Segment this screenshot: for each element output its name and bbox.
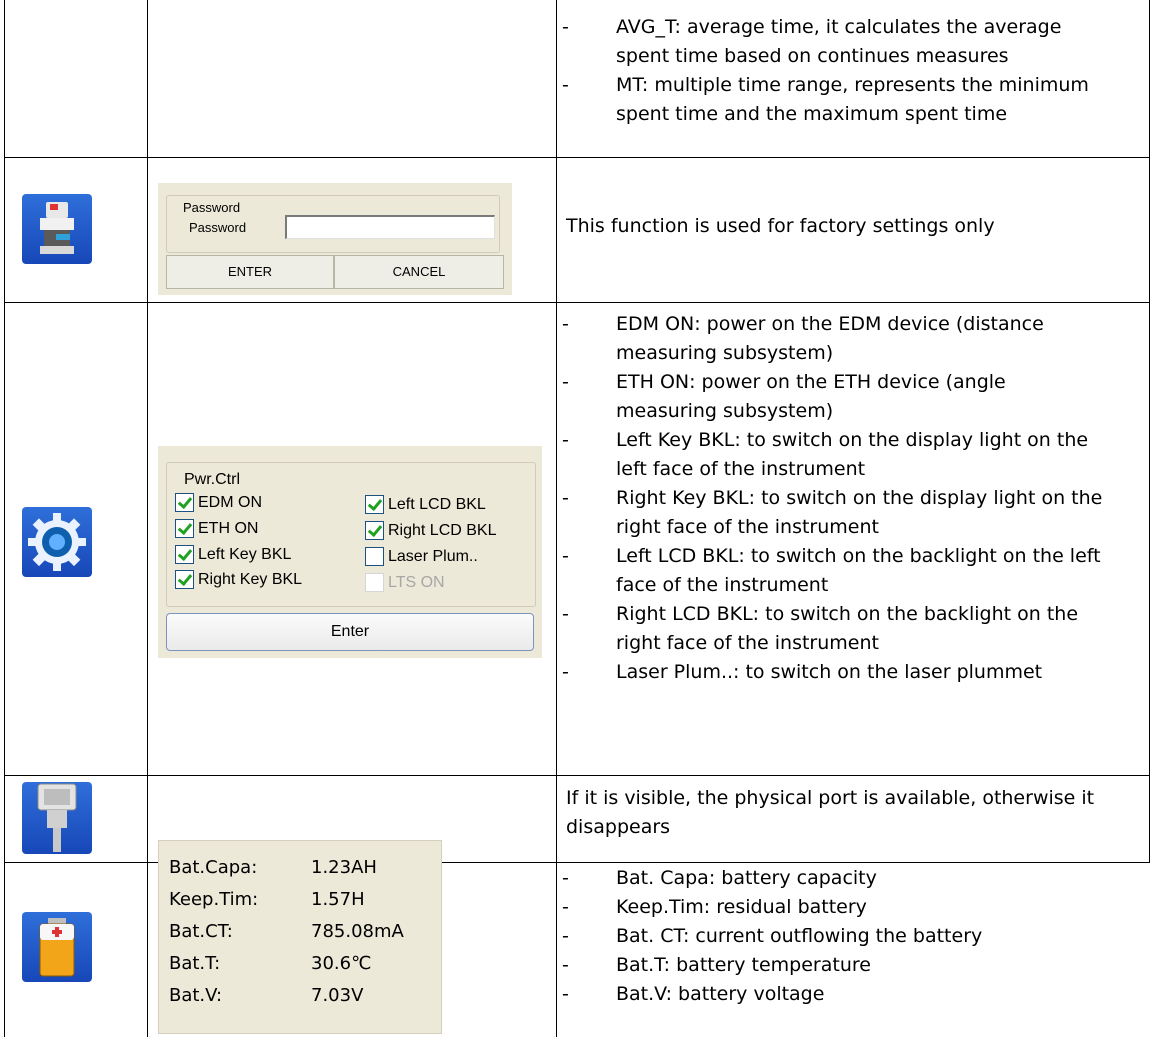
row-divider [4, 775, 1150, 776]
row-divider [4, 302, 1150, 303]
password-dialog: Password Password ENTER CANCEL [158, 183, 512, 295]
enter-button[interactable]: ENTER [166, 255, 334, 289]
right-lcd-bkl-checkbox[interactable]: Right LCD BKL [365, 521, 497, 540]
list-item: - AVG_T: average time, it calculates the … [562, 16, 1062, 38]
checkbox-icon [175, 545, 194, 564]
list-item: - Bat. Capa: battery capacity [562, 867, 877, 889]
battery-row: Bat.V: 7.03V [169, 985, 364, 1006]
password-group: Password Password [166, 195, 500, 253]
row2-description: This function is used for factory settin… [566, 215, 995, 237]
row3-description: - EDM ON: power on the EDM device (distan… [558, 310, 1150, 687]
right-key-bkl-checkbox[interactable]: Right Key BKL [175, 570, 302, 589]
checkbox-icon [365, 495, 384, 514]
password-field-label: Password [189, 220, 247, 235]
list-item: left face of the instrument [616, 458, 866, 480]
checkbox-icon [365, 573, 384, 592]
list-item: spent time and the maximum spent time [616, 103, 1008, 125]
battery-info-panel: Bat.Capa: 1.23AH Keep.Tim: 1.57H Bat.CT: 78… [158, 840, 442, 1034]
power-control-dialog: Pwr.Ctrl EDM ON ETH ON Left Key BKL Righ… [158, 446, 542, 658]
battery-row: Keep.Tim: 1.57H [169, 889, 365, 910]
power-control-title: Pwr.Ctrl [181, 471, 243, 489]
left-key-bkl-checkbox[interactable]: Left Key BKL [175, 545, 291, 564]
laser-plum-checkbox[interactable]: Laser Plum.. [365, 547, 478, 566]
edm-on-checkbox[interactable]: EDM ON [175, 493, 262, 512]
checkbox-icon [175, 519, 194, 538]
list-item: - EDM ON: power on the EDM device (distan… [562, 313, 1044, 335]
battery-icon [22, 912, 92, 982]
factory-instrument-icon [22, 194, 92, 264]
password-input[interactable] [285, 215, 495, 239]
list-item: face of the instrument [616, 574, 829, 596]
list-item: - Keep.Tim: residual battery [562, 896, 867, 918]
list-item: - MT: multiple time range, represents the… [562, 74, 1089, 96]
left-lcd-bkl-checkbox[interactable]: Left LCD BKL [365, 495, 486, 514]
battery-row: Bat.T: 30.6℃ [169, 953, 372, 974]
list-item: spent time based on continues measures [616, 45, 1009, 67]
gear-settings-icon [22, 507, 92, 577]
eth-on-checkbox[interactable]: ETH ON [175, 519, 258, 538]
list-item: - Right Key BKL: to switch on the display… [562, 487, 1103, 509]
lts-on-checkbox: LTS ON [365, 573, 445, 592]
checkbox-icon [175, 570, 194, 589]
serial-port-icon [22, 782, 92, 854]
battery-row: Bat.CT: 785.08mA [169, 921, 404, 942]
row5-description: - Bat. Capa: battery capacity - Keep.Tim: … [558, 864, 1150, 1009]
password-group-title: Password [181, 200, 243, 215]
table-border-col2 [556, 0, 557, 1037]
row4-description: If it is visible, the physical port is a… [566, 787, 1095, 838]
cancel-button[interactable]: CANCEL [334, 255, 504, 289]
checkbox-icon [175, 493, 194, 512]
list-item: - Bat.T: battery temperature [562, 954, 871, 976]
list-item: - Bat.V: battery voltage [562, 983, 825, 1005]
list-item: measuring subsystem) [616, 342, 834, 364]
list-item: - Left Key BKL: to switch on the display … [562, 429, 1089, 451]
table-border-left [4, 0, 5, 1037]
list-item: - Left LCD BKL: to switch on the backligh… [562, 545, 1101, 567]
battery-row: Bat.Capa: 1.23AH [169, 857, 377, 878]
enter-button[interactable]: Enter [166, 613, 534, 651]
power-control-group: Pwr.Ctrl EDM ON ETH ON Left Key BKL Righ… [166, 462, 536, 607]
checkbox-icon [365, 521, 384, 540]
list-item: - Laser Plum..: to switch on the laser pl… [562, 661, 1043, 683]
table-border-col1 [147, 0, 148, 1037]
list-item: - ETH ON: power on the ETH device (angle [562, 371, 1006, 393]
checkbox-icon [365, 547, 384, 566]
list-item: measuring subsystem) [616, 400, 834, 422]
list-item: right face of the instrument [616, 632, 879, 654]
list-item: right face of the instrument [616, 516, 879, 538]
list-item: - Right LCD BKL: to switch on the backlig… [562, 603, 1079, 625]
list-item: - Bat. CT: current outflowing the battery [562, 925, 983, 947]
row-divider [4, 157, 1150, 158]
row1-description: - AVG_T: average time, it calculates the … [558, 13, 1150, 129]
